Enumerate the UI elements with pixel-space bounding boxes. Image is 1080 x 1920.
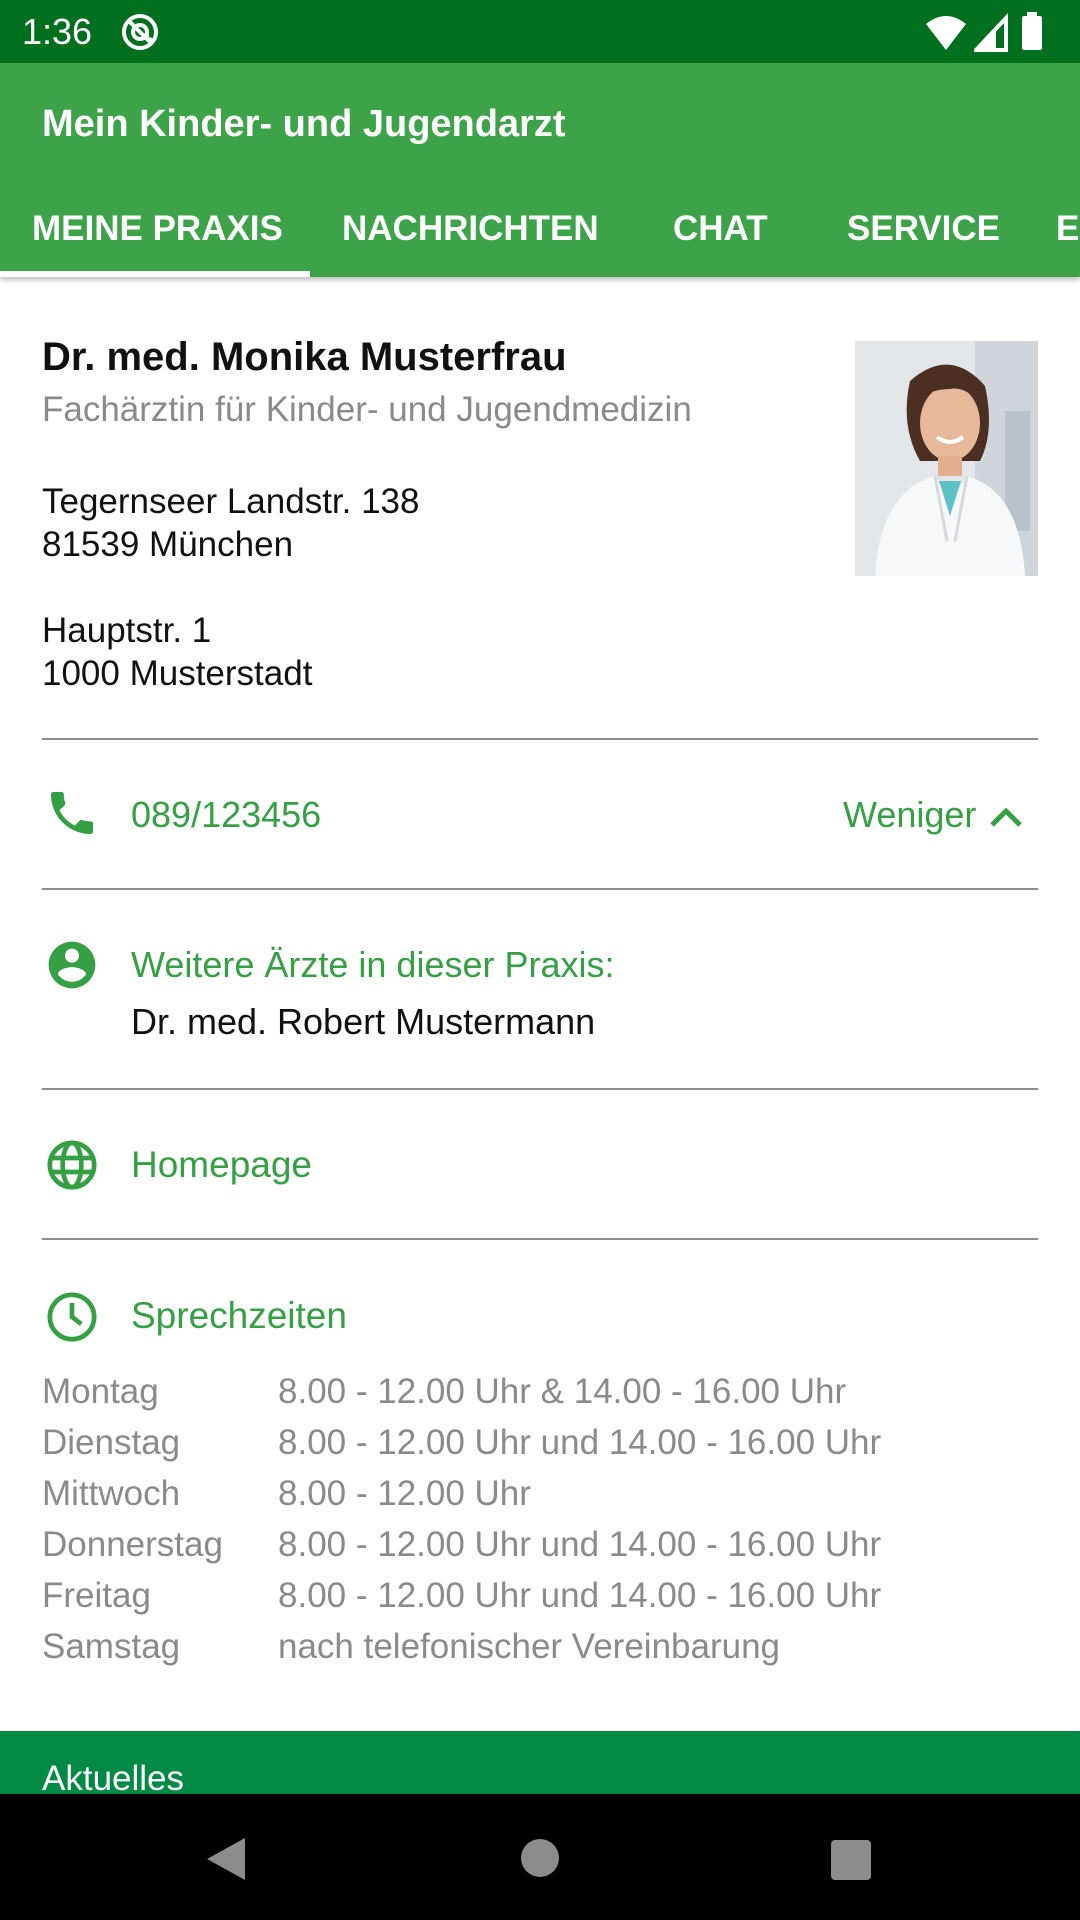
hours-day: Montag [42, 1372, 159, 1411]
news-section-header[interactable]: Aktuelles [0, 1731, 1080, 1794]
home-icon[interactable] [521, 1839, 559, 1877]
tab-e[interactable]: E [1056, 180, 1079, 277]
cell-signal-icon [974, 12, 1008, 52]
tab-bar: MEINE PRAXIS NACHRICHTEN CHAT SERVICE E [0, 180, 1080, 277]
hours-day: Freitag [42, 1576, 151, 1615]
hours-time: 8.00 - 12.00 Uhr und 14.00 - 16.00 Uhr [278, 1423, 882, 1462]
more-doctors-label: Weitere Ärzte in dieser Praxis: [131, 944, 615, 985]
address1-city: 81539 München [42, 525, 294, 564]
hours-row: Samstag nach telefonischer Vereinbarung [42, 1621, 1022, 1672]
hours-time: 8.00 - 12.00 Uhr und 14.00 - 16.00 Uhr [278, 1525, 882, 1564]
at-sign-notification-icon [122, 14, 158, 50]
back-icon[interactable] [205, 1836, 247, 1882]
hours-day: Donnerstag [42, 1525, 223, 1564]
app-title: Mein Kinder- und Jugendarzt [42, 103, 566, 145]
hours-day: Dienstag [42, 1423, 181, 1462]
news-title: Aktuelles [42, 1759, 185, 1794]
hours-row: Montag 8.00 - 12.00 Uhr & 14.00 - 16.00 … [42, 1366, 1022, 1417]
toggle-less-button[interactable]: Weniger [843, 793, 976, 837]
doctor-specialty: Fachärztin für Kinder- und Jugendmedizin [42, 390, 692, 429]
divider [42, 1088, 1038, 1090]
battery-icon [1022, 12, 1042, 50]
status-bar: 1:36 [0, 0, 1080, 63]
hours-time: 8.00 - 12.00 Uhr & 14.00 - 16.00 Uhr [278, 1372, 847, 1411]
system-nav-bar [0, 1794, 1080, 1920]
account-circle-icon [48, 941, 96, 989]
globe-icon[interactable] [44, 1137, 100, 1193]
hours-day: Mittwoch [42, 1474, 181, 1513]
divider [42, 888, 1038, 890]
hours-title: Sprechzeiten [131, 1295, 347, 1336]
divider [42, 1238, 1038, 1240]
hours-time: nach telefonischer Vereinbarung [278, 1627, 781, 1666]
tab-chat[interactable]: CHAT [673, 180, 768, 277]
tab-service[interactable]: SERVICE [847, 180, 1000, 277]
clock-icon [47, 1292, 97, 1342]
address2-city: 1000 Musterstadt [42, 654, 313, 693]
doctor-portrait [855, 341, 1038, 576]
homepage-link[interactable]: Homepage [131, 1143, 312, 1187]
tab-selected-indicator [0, 271, 310, 277]
phone-number-link[interactable]: 089/123456 [131, 793, 321, 837]
hours-row: Mittwoch 8.00 - 12.00 Uhr [42, 1468, 1022, 1519]
wifi-icon [926, 16, 966, 50]
hours-table: Montag 8.00 - 12.00 Uhr & 14.00 - 16.00 … [42, 1366, 1022, 1672]
phone-icon[interactable] [44, 785, 100, 841]
hours-row: Freitag 8.00 - 12.00 Uhr und 14.00 - 16.… [42, 1570, 1022, 1621]
hours-row: Donnerstag 8.00 - 12.00 Uhr und 14.00 - … [42, 1519, 1022, 1570]
hours-day: Samstag [42, 1627, 181, 1666]
doctor-name: Dr. med. Monika Musterfrau [42, 335, 567, 379]
divider [42, 738, 1038, 740]
address1-street: Tegernseer Landstr. 138 [42, 482, 420, 521]
status-time: 1:36 [22, 11, 93, 52]
tab-nachrichten[interactable]: NACHRICHTEN [342, 180, 599, 277]
hours-row: Dienstag 8.00 - 12.00 Uhr und 14.00 - 16… [42, 1417, 1022, 1468]
status-icons [924, 12, 1064, 52]
app-bar: Mein Kinder- und Jugendarzt MEINE PRAXIS… [0, 63, 1080, 277]
address2-street: Hauptstr. 1 [42, 611, 212, 650]
chevron-up-icon[interactable] [986, 797, 1026, 833]
hours-time: 8.00 - 12.00 Uhr [278, 1474, 531, 1513]
recent-apps-icon[interactable] [831, 1840, 871, 1880]
tab-meine-praxis[interactable]: MEINE PRAXIS [32, 180, 283, 277]
hours-time: 8.00 - 12.00 Uhr und 14.00 - 16.00 Uhr [278, 1576, 882, 1615]
more-doctors-name: Dr. med. Robert Mustermann [131, 1001, 596, 1042]
